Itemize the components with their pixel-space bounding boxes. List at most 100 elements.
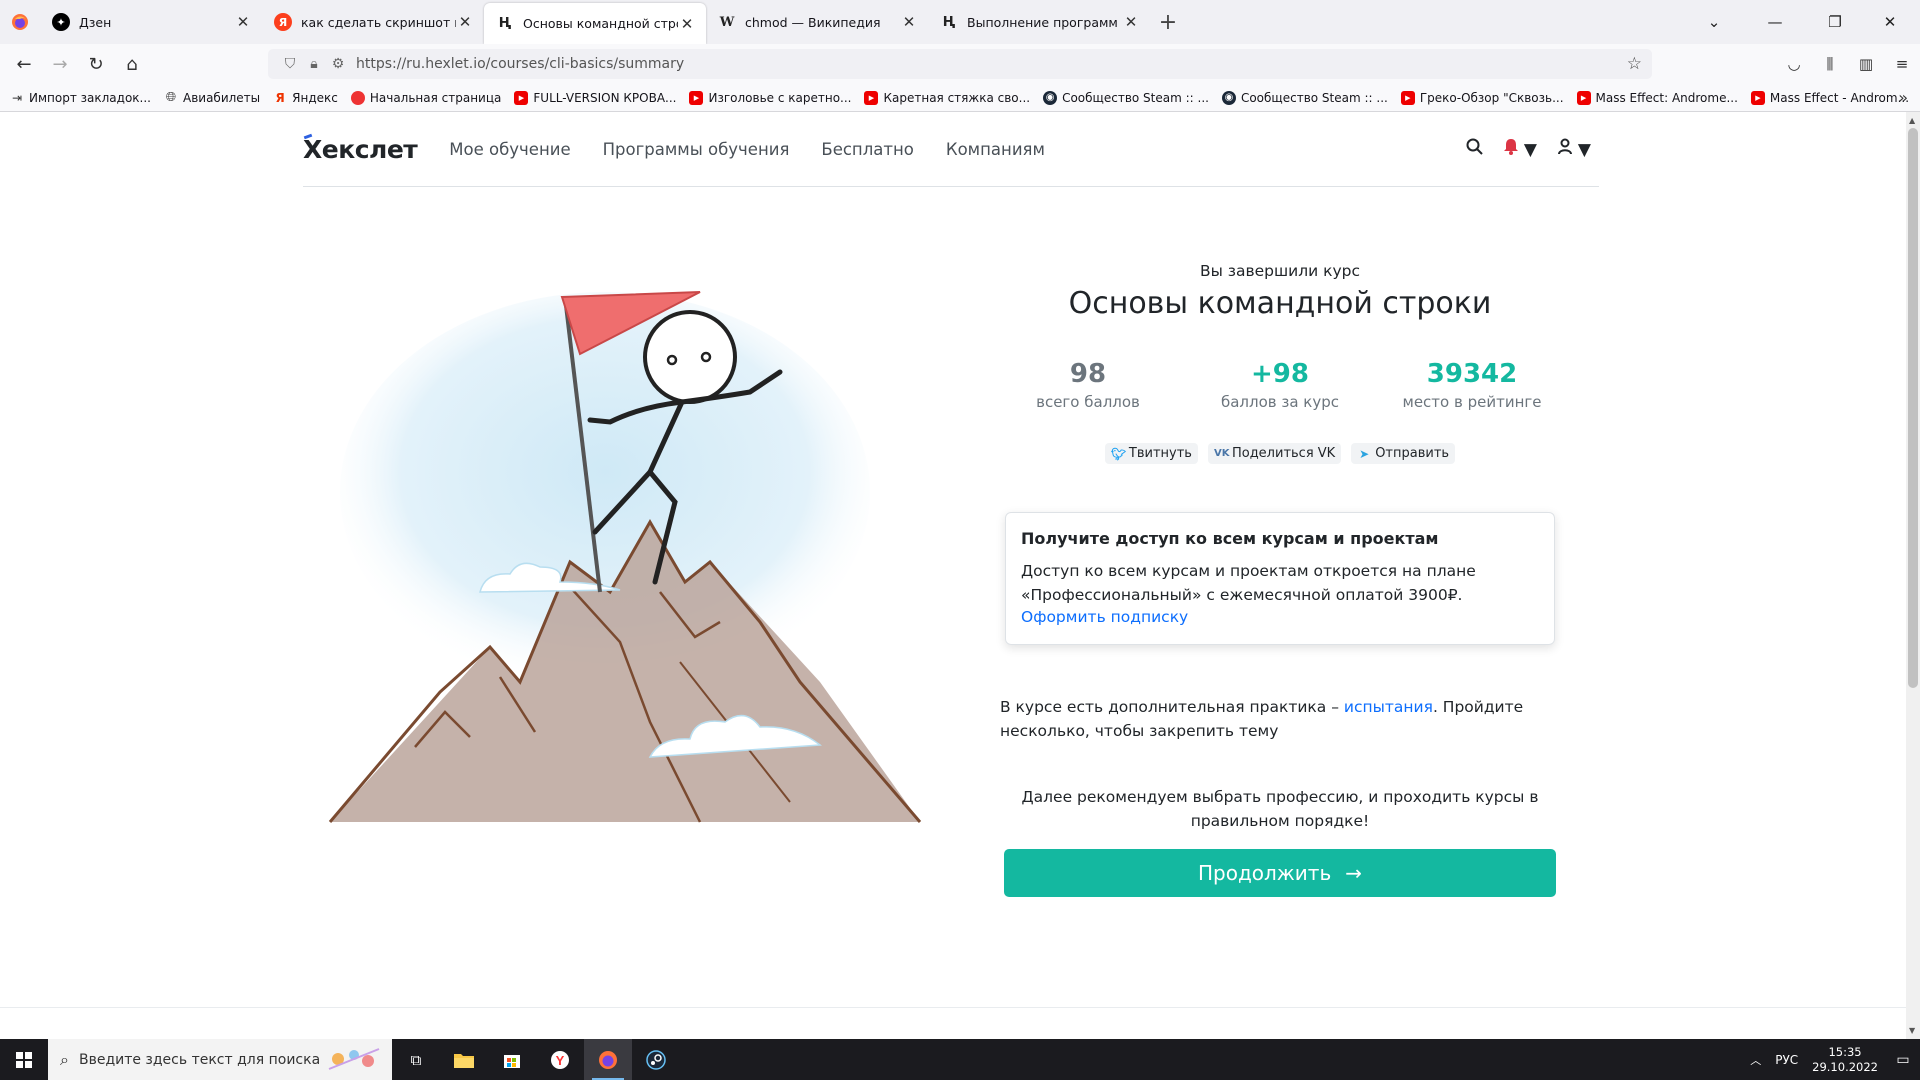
card-text: Доступ ко всем курсам и проектам откроет… [1021, 562, 1476, 604]
pocket-icon[interactable]: ◡ [1776, 55, 1812, 73]
stat-value: +98 [1251, 359, 1309, 389]
nav-my-learning[interactable]: Мое обучение [449, 140, 570, 159]
restore-button[interactable]: ❐ [1810, 13, 1860, 31]
tab-dzen[interactable]: ✦ Дзен ✕ [40, 0, 262, 44]
stat-value: 98 [1069, 359, 1107, 389]
lock-icon[interactable]: 🔒︎ [302, 56, 326, 72]
list-tabs-icon[interactable]: ⌄ [1688, 13, 1740, 31]
tab-hexlet-active[interactable]: Ң Основы командной строки ✕ [484, 3, 706, 44]
browser-window: ✦ Дзен ✕ Я как сделать скриншот на комп … [0, 0, 1920, 1080]
bookmark-item[interactable]: ◉ Сообщество Steam :: ... [1221, 90, 1388, 105]
page-content: Хекслет Мое обучение Программы обучения … [0, 112, 1906, 1039]
svg-text:Y: Y [556, 1053, 565, 1068]
tab-yandex-search[interactable]: Я как сделать скриншот на комп ✕ [262, 0, 484, 44]
windows-start-icon[interactable] [0, 1039, 48, 1080]
url-text[interactable]: https://ru.hexlet.io/courses/cli-basics/… [356, 56, 684, 72]
firefox-taskbar-icon[interactable] [584, 1039, 632, 1080]
dzen-icon: ✦ [52, 13, 70, 31]
sidebar-icon[interactable]: ▥ [1848, 55, 1884, 73]
more-bookmarks-icon[interactable]: » [1898, 88, 1908, 107]
bookmark-item[interactable]: ▶ Mass Effect - Androm... [1750, 90, 1909, 105]
bookmark-item[interactable]: Я Яндекс [273, 91, 338, 105]
bookmark-item[interactable]: ▶ Изголовье с каретно... [689, 90, 851, 105]
stat-total-points: 98 всего баллов [992, 359, 1184, 411]
share-telegram-button[interactable]: ➤ Отправить [1351, 443, 1456, 464]
continue-button[interactable]: Продолжить → [1004, 849, 1556, 897]
bookmark-label: Сообщество Steam :: ... [1240, 90, 1388, 105]
task-view-icon[interactable]: ⧉ [392, 1039, 440, 1080]
bookmark-item[interactable]: ▶ Греко-Обзор "Сквозь... [1400, 90, 1564, 105]
close-tab-icon[interactable]: ✕ [234, 13, 252, 31]
hexlet-icon: Ң [942, 14, 956, 30]
steam-icon: ◉ [1043, 90, 1058, 105]
home-icon[interactable]: ⌂ [114, 48, 150, 80]
bookmark-item[interactable]: ▶ FULL-VERSION КРОВА... [514, 90, 676, 105]
search-placeholder[interactable]: Введите здесь текст для поиска [79, 1052, 320, 1068]
bookmark-item[interactable]: ⇥ Импорт закладок... [10, 91, 151, 105]
share-twitter-button[interactable]: 🐦︎ Твитнуть [1104, 443, 1198, 464]
bookmark-item[interactable]: ◉ Сообщество Steam :: ... [1043, 90, 1209, 105]
file-explorer-icon[interactable] [440, 1039, 488, 1080]
share-vk-button[interactable]: VK Поделиться VK [1207, 443, 1342, 464]
nav-programs[interactable]: Программы обучения [603, 140, 790, 159]
course-summary: Вы завершили курс Основы командной строк… [980, 262, 1580, 897]
nav-companies[interactable]: Компаниям [946, 140, 1045, 159]
user-menu-icon[interactable]: ▼ [1557, 138, 1591, 160]
hexlet-icon: Ң [496, 14, 514, 33]
notifications-icon[interactable]: ▭ [1890, 1052, 1916, 1068]
footer-divider [0, 1007, 1906, 1008]
bookmark-item[interactable]: ▶ Mass Effect: Androme... [1576, 90, 1738, 105]
share-label: Поделиться VK [1231, 446, 1336, 461]
close-window-button[interactable]: ✕ [1860, 13, 1920, 31]
subscribe-link[interactable]: Оформить подписку [1021, 608, 1188, 626]
yandex-browser-icon[interactable]: Y [536, 1039, 584, 1080]
new-tab-button[interactable]: + [1150, 0, 1186, 44]
twitter-icon: 🐦︎ [1110, 446, 1127, 461]
bookmark-item[interactable]: ▶ Каретная стяжка сво... [864, 90, 1030, 105]
show-hidden-icons-chevron-icon[interactable]: ︿ [1750, 1052, 1761, 1068]
scroll-up-icon[interactable]: ▲ [1909, 116, 1915, 125]
close-tab-icon[interactable]: ✕ [678, 15, 696, 33]
permissions-icon[interactable]: ⚙ [326, 56, 350, 72]
vk-icon: VK [1213, 448, 1230, 459]
search-icon[interactable] [1466, 138, 1483, 160]
nav-free[interactable]: Бесплатно [821, 140, 913, 159]
bookmark-item[interactable]: 🌐︎ Авиабилеты [164, 90, 260, 105]
bookmark-item[interactable]: Начальная страница [350, 90, 502, 105]
challenges-link[interactable]: испытания [1344, 698, 1433, 716]
hexlet-logo[interactable]: Хекслет [303, 135, 418, 164]
youtube-icon: ▶ [1750, 90, 1765, 105]
bookmark-star-icon[interactable]: ☆ [1627, 54, 1642, 74]
clock-date: 29.10.2022 [1812, 1059, 1878, 1074]
share-label: Твитнуть [1128, 446, 1192, 461]
tracking-shield-icon[interactable]: ⛉ [278, 56, 302, 72]
scrollbar-thumb[interactable] [1908, 128, 1918, 688]
back-icon[interactable]: ← [6, 48, 42, 80]
address-bar[interactable]: ⛉ 🔒︎ ⚙ https://ru.hexlet.io/courses/cli-… [268, 49, 1652, 79]
tab-wikipedia[interactable]: W chmod — Википедия ✕ [706, 0, 928, 44]
stat-label: место в рейтинге [1402, 393, 1542, 411]
close-tab-icon[interactable]: ✕ [900, 13, 918, 31]
library-icon[interactable]: ⫼ [1812, 55, 1848, 73]
app-menu-icon[interactable]: ≡ [1884, 55, 1920, 73]
tab-hexlet-2[interactable]: Ң Выполнение программ | Осно ✕ [928, 0, 1150, 44]
reload-icon[interactable]: ↻ [78, 48, 114, 80]
scroll-down-icon[interactable]: ▼ [1909, 1026, 1915, 1035]
microsoft-store-icon[interactable] [488, 1039, 536, 1080]
close-tab-icon[interactable]: ✕ [1122, 13, 1140, 31]
forward-icon[interactable]: → [42, 48, 78, 80]
bookmark-label: Начальная страница [369, 90, 502, 105]
globe-icon: 🌐︎ [165, 90, 177, 105]
firefox-menu-icon[interactable] [0, 0, 40, 44]
steam-icon[interactable] [632, 1039, 680, 1080]
input-language[interactable]: РУС [1775, 1053, 1798, 1067]
minimize-button[interactable]: — [1740, 13, 1810, 31]
close-tab-icon[interactable]: ✕ [456, 13, 474, 31]
notifications-bell-icon[interactable]: ▼ [1503, 138, 1537, 160]
search-icon: ⌕ [60, 1049, 69, 1069]
taskbar-search-box[interactable]: ⌕ Введите здесь текст для поиска [48, 1039, 392, 1080]
clock[interactable]: 15:35 29.10.2022 [1812, 1045, 1878, 1075]
chevron-down-icon: ▼ [1577, 140, 1591, 160]
page-scrollbar[interactable]: ▲ ▼ [1906, 112, 1920, 1039]
bookmark-label: Сообщество Steam :: ... [1062, 90, 1209, 105]
